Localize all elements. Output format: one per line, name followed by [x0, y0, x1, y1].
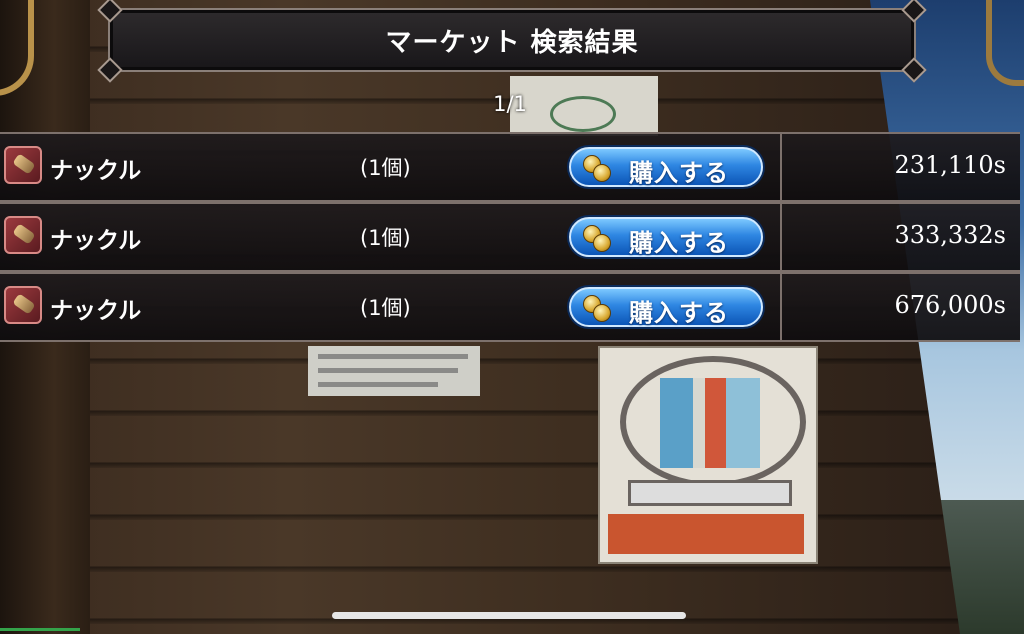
item-name: ナックル — [50, 228, 142, 254]
buy-button[interactable]: 購入する — [569, 147, 763, 187]
column-divider — [780, 272, 782, 342]
item-name: ナックル — [50, 158, 142, 184]
wall-notice — [308, 346, 480, 396]
knuckle-icon — [4, 216, 42, 254]
buy-button-label: 購入する — [629, 299, 729, 327]
gold-ornament-right — [986, 0, 1024, 86]
item-price: 676,000s — [894, 291, 1006, 319]
buy-button-label: 購入する — [629, 159, 729, 187]
knuckle-icon — [4, 146, 42, 184]
item-quantity: (1個) — [360, 156, 411, 180]
loading-bar — [0, 628, 80, 631]
item-quantity: (1個) — [360, 296, 411, 320]
column-divider — [780, 202, 782, 272]
item-price: 231,110s — [894, 151, 1006, 179]
coin-icon — [579, 225, 611, 252]
column-divider — [780, 132, 782, 202]
wall-poster-emblem — [598, 346, 818, 564]
buy-button[interactable]: 購入する — [569, 217, 763, 257]
page-title: マーケット 検索結果 — [385, 27, 639, 58]
buy-button-label: 購入する — [629, 229, 729, 257]
buy-button[interactable]: 購入する — [569, 287, 763, 327]
title-bar: マーケット 検索結果 — [97, 0, 927, 83]
page-indicator: 1/1 — [493, 92, 527, 116]
item-quantity: (1個) — [360, 226, 411, 250]
knuckle-icon — [4, 286, 42, 324]
home-indicator[interactable] — [332, 612, 686, 619]
result-row: ナックル (1個) 購入する 333,332s — [0, 202, 1020, 272]
coin-icon — [579, 295, 611, 322]
result-row: ナックル (1個) 購入する 676,000s — [0, 272, 1020, 342]
result-row: ナックル (1個) 購入する 231,110s — [0, 132, 1020, 202]
coin-icon — [579, 155, 611, 182]
item-name: ナックル — [50, 298, 142, 324]
item-price: 333,332s — [894, 221, 1006, 249]
